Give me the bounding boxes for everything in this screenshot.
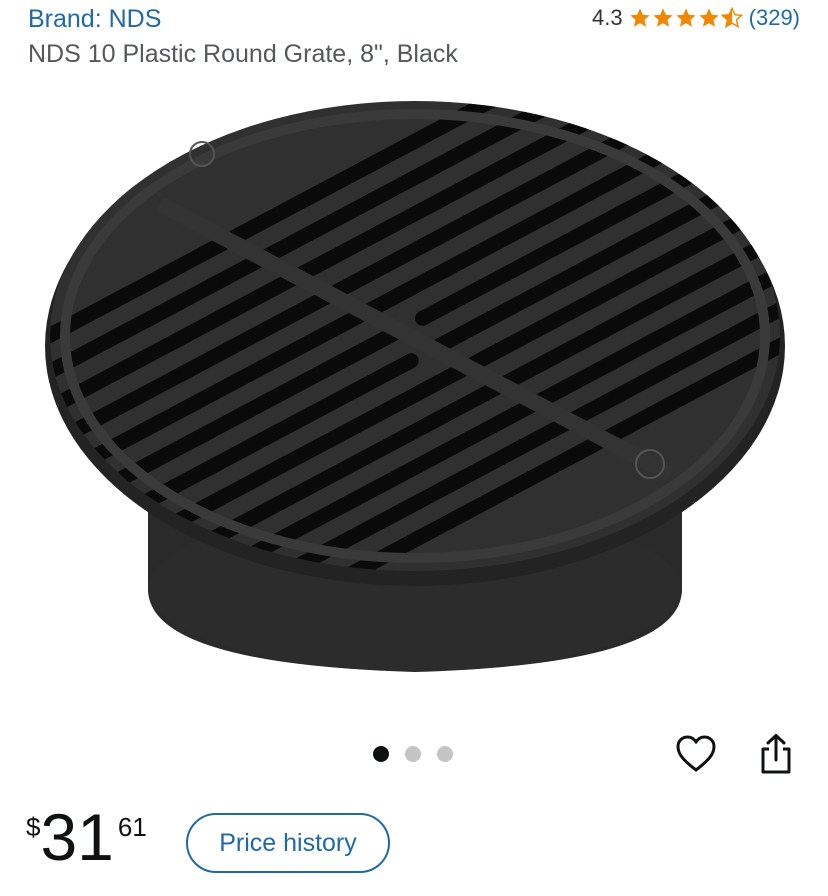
price-fraction: 61 xyxy=(117,812,147,842)
star-full-icon xyxy=(676,8,696,27)
star-full-icon xyxy=(653,8,673,27)
wishlist-button[interactable] xyxy=(672,730,720,778)
carousel-dot-2[interactable] xyxy=(405,746,421,762)
share-button[interactable] xyxy=(752,730,800,778)
product-title: NDS 10 Plastic Round Grate, 8", Black xyxy=(28,40,458,68)
star-half-icon xyxy=(720,7,743,29)
price-history-button[interactable]: Price history xyxy=(186,813,390,873)
star-full-icon xyxy=(630,8,650,27)
carousel-dot-3[interactable] xyxy=(437,746,453,762)
drain-grate-image xyxy=(45,101,785,672)
price-whole: 31 xyxy=(40,800,114,874)
share-icon xyxy=(761,734,791,774)
product-image[interactable] xyxy=(30,84,800,694)
star-full-icon xyxy=(699,8,719,27)
heart-icon xyxy=(676,735,716,772)
rating[interactable]: 4.3 (329) xyxy=(592,5,800,31)
price-currency-symbol: $ xyxy=(26,812,41,842)
star-rating xyxy=(629,7,743,29)
rating-value: 4.3 xyxy=(592,5,623,30)
carousel-dot-1[interactable] xyxy=(373,746,389,762)
price: $ 31 61 xyxy=(26,800,147,874)
brand-link[interactable]: Brand: NDS xyxy=(28,5,161,34)
carousel-indicator[interactable] xyxy=(373,746,453,762)
rating-count-link[interactable]: (329) xyxy=(749,5,800,31)
